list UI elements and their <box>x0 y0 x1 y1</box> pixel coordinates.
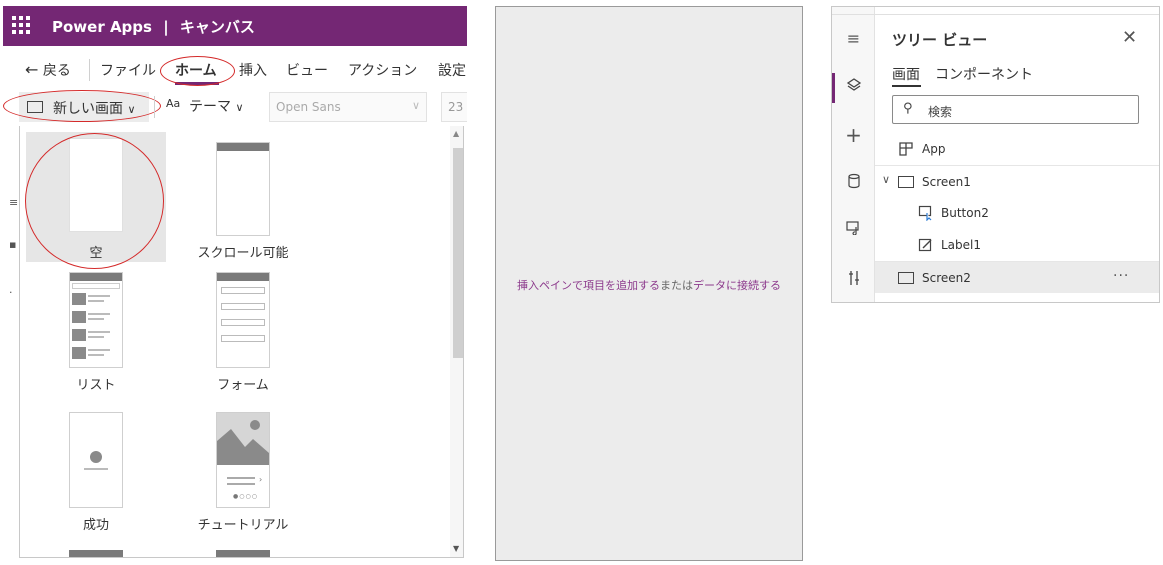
list-thumbnail <box>69 272 123 368</box>
search-icon: ⚲ <box>903 101 913 116</box>
search-placeholder: 検索 <box>928 105 953 119</box>
template-partial <box>69 550 123 557</box>
waffle-icon[interactable] <box>12 16 30 34</box>
menu-bar: ← 戻る ファイル ホーム 挿入 ビュー アクション 設定 <box>3 46 467 92</box>
tree-node-label: Button2 <box>941 206 989 220</box>
tree-search-input[interactable]: ⚲ 検索 <box>892 95 1139 124</box>
label-edit-icon <box>918 237 934 257</box>
font-select[interactable]: Open Sans ∨ <box>269 92 427 122</box>
template-form-label: フォーム <box>217 378 269 393</box>
menu-settings[interactable]: 設定 <box>438 60 466 80</box>
theme-label: テーマ <box>189 99 231 115</box>
canvas-msg-or: または <box>660 279 693 292</box>
back-label: 戻る <box>42 63 71 79</box>
form-thumbnail <box>216 272 270 368</box>
app-title: Power Apps | キャンバス <box>52 16 255 37</box>
new-screen-highlight-circle <box>3 90 161 122</box>
tree-node-screen2[interactable]: Screen2 ··· <box>875 261 1159 293</box>
more-options-icon[interactable]: ··· <box>1113 268 1129 284</box>
template-success-label: 成功 <box>82 518 109 533</box>
tree-view-panel: ≡ + ツリー ビュー ✕ 画面 コンポーネント ⚲ 検索 App ∨ Scre… <box>831 6 1160 303</box>
scrollbar-thumb[interactable] <box>453 148 463 358</box>
font-size-value: 23 <box>448 100 464 114</box>
insert-plus-icon[interactable]: + <box>832 123 875 147</box>
menu-divider <box>89 59 90 81</box>
template-scrollable[interactable]: スクロール可能 <box>173 132 313 262</box>
tree-node-label: Label1 <box>941 238 982 252</box>
scroll-down-icon[interactable]: ▼ <box>453 544 459 553</box>
ribbon-toolbar: 新しい画面 ∨ Aa テーマ ∨ Open Sans ∨ 23 <box>3 90 467 124</box>
tab-active-indicator <box>892 85 921 87</box>
template-scrollable-label: スクロール可能 <box>197 246 289 261</box>
authoring-rail: ≡ + <box>832 7 875 302</box>
back-arrow-icon: ← <box>25 60 39 79</box>
strip-icon: · <box>9 286 13 299</box>
app-header: Power Apps | キャンバス <box>3 6 467 46</box>
new-screen-dropdown: 空 スクロール可能 リスト フォーム 成功 › ●○○○ チュートリアル ▲ ▼ <box>19 126 464 558</box>
template-tutorial-label: チュートリアル <box>197 518 289 533</box>
tab-screens[interactable]: 画面 <box>892 64 920 84</box>
menu-insert[interactable]: 挿入 <box>239 60 267 80</box>
menu-view[interactable]: ビュー <box>286 60 328 80</box>
toolbar-divider <box>154 96 155 118</box>
font-value: Open Sans <box>276 100 341 114</box>
success-thumbnail <box>69 412 123 508</box>
chevron-down-icon: ∨ <box>235 101 244 114</box>
button-icon <box>918 205 934 225</box>
tree-node-screen1[interactable]: ∨ Screen1 <box>875 165 1159 197</box>
strip-icon: ▪ <box>9 238 17 251</box>
tree-node-label1[interactable]: Label1 <box>875 229 1159 261</box>
blank-highlight-circle <box>25 133 164 269</box>
app-icon <box>898 141 914 161</box>
database-icon[interactable] <box>832 173 875 193</box>
chevron-down-icon: ∨ <box>411 99 420 112</box>
font-size-select[interactable]: 23 <box>441 92 467 122</box>
tree-panel-topstrip <box>832 7 1159 15</box>
app-section: キャンバス <box>179 18 255 36</box>
hamburger-icon[interactable]: ≡ <box>832 29 875 48</box>
connect-data-link[interactable]: データに接続する <box>693 279 781 292</box>
insert-pane-link[interactable]: 挿入ペインで項目を追加する <box>517 279 660 292</box>
tab-components[interactable]: コンポーネント <box>935 64 1033 84</box>
back-button[interactable]: ← 戻る <box>25 60 71 80</box>
title-separator: | <box>163 18 169 36</box>
scroll-up-icon[interactable]: ▲ <box>453 129 459 138</box>
template-tutorial[interactable]: › ●○○○ チュートリアル <box>173 412 313 542</box>
template-success[interactable]: 成功 <box>26 412 166 542</box>
app-name: Power Apps <box>52 18 152 36</box>
tree-node-label: Screen2 <box>922 271 971 285</box>
media-icon[interactable] <box>832 219 875 239</box>
theme-button[interactable]: テーマ ∨ <box>189 96 244 116</box>
tutorial-thumbnail: › ●○○○ <box>216 412 270 508</box>
theme-icon: Aa <box>166 97 181 110</box>
menu-file[interactable]: ファイル <box>100 60 156 80</box>
strip-icon: ≡ <box>9 196 19 209</box>
tree-node-app[interactable]: App <box>875 133 1159 165</box>
template-list-label: リスト <box>76 378 116 393</box>
template-form[interactable]: フォーム <box>173 272 313 402</box>
scrollable-thumbnail <box>216 142 270 236</box>
tree-node-label: Screen1 <box>922 175 971 189</box>
tree-view-title: ツリー ビュー <box>892 31 988 49</box>
close-icon[interactable]: ✕ <box>1122 27 1137 48</box>
tools-icon[interactable] <box>832 269 875 291</box>
menu-action[interactable]: アクション <box>348 60 417 80</box>
chevron-down-icon[interactable]: ∨ <box>882 173 890 186</box>
canvas-empty-message: 挿入ペインで項目を追加するまたはデータに接続する <box>496 277 802 293</box>
template-partial <box>216 550 270 557</box>
template-list[interactable]: リスト <box>26 272 166 402</box>
tree-node-label: App <box>922 142 946 156</box>
screen-icon <box>898 176 914 188</box>
layers-icon[interactable] <box>832 77 875 97</box>
app-canvas[interactable]: 挿入ペインで項目を追加するまたはデータに接続する <box>495 6 803 561</box>
home-highlight-circle <box>160 56 235 86</box>
studio-panel: Power Apps | キャンバス ← 戻る ファイル ホーム 挿入 ビュー … <box>3 6 467 559</box>
screen-icon <box>898 272 914 284</box>
tree-node-button2[interactable]: Button2 <box>875 197 1159 229</box>
